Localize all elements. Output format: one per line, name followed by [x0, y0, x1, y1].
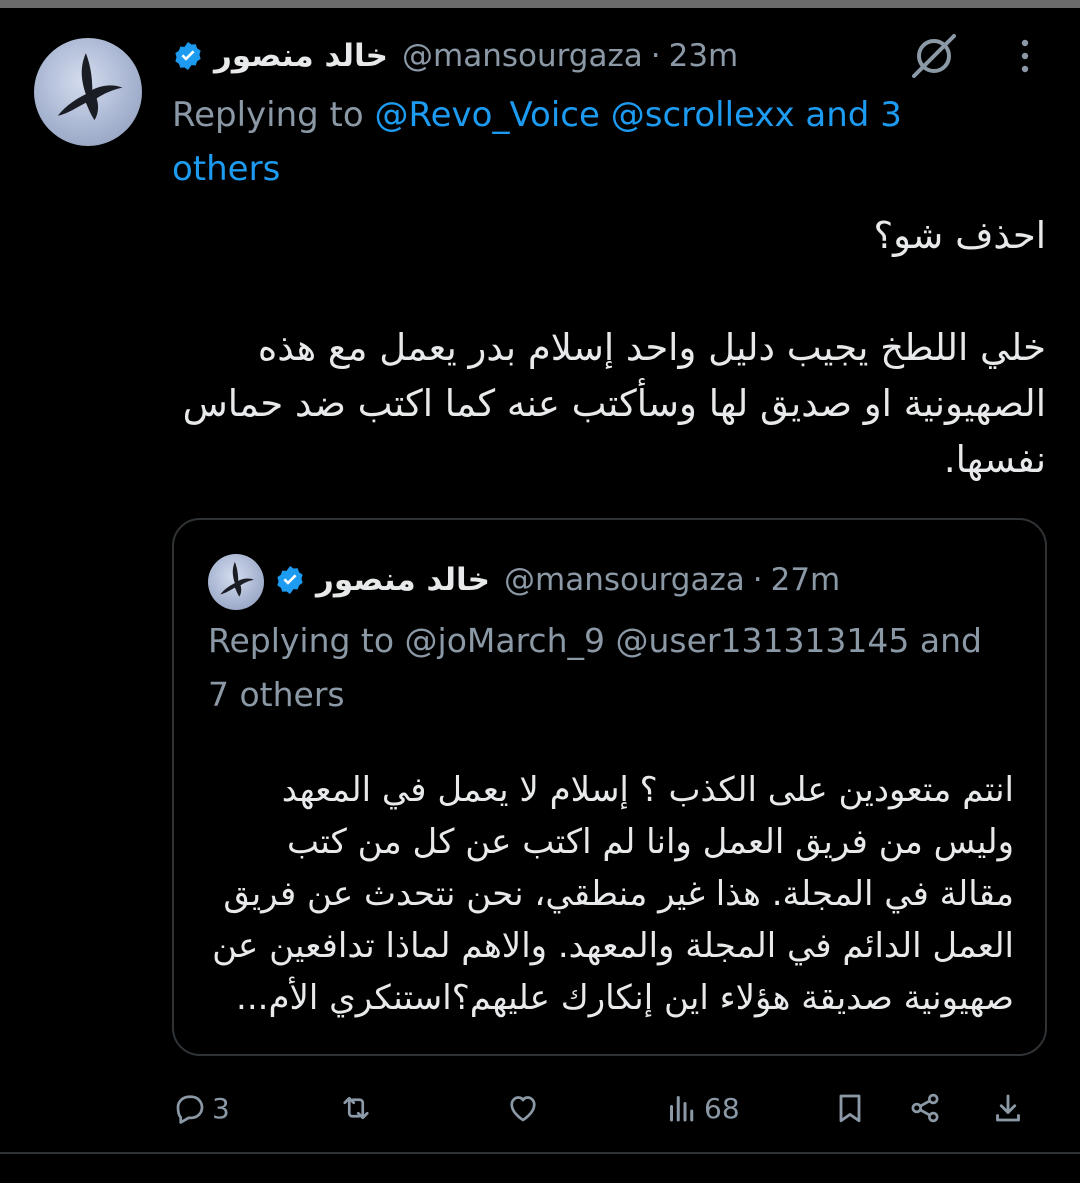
retweet-button[interactable]: [338, 1082, 378, 1134]
author-avatar[interactable]: [34, 38, 142, 146]
tweet-header: خالد منصور @mansourgaza · 23m: [172, 34, 738, 78]
quoted-author-handle: @mansourgaza: [504, 562, 745, 598]
bird-silhouette-icon: [57, 53, 123, 121]
share-button[interactable]: [907, 1082, 943, 1134]
action-bar: 3 68: [0, 1082, 1080, 1134]
like-icon: [510, 1096, 536, 1122]
quoted-replying-to-line: Replying to @joMarch_9 @user131313145 an…: [208, 621, 982, 714]
bookmark-icon: [839, 1094, 861, 1123]
quoted-author-avatar: [208, 554, 264, 610]
download-icon: [996, 1094, 1020, 1122]
views-button[interactable]: 68: [664, 1082, 740, 1134]
quoted-tweet-header: خالد منصور @mansourgaza · 27m: [274, 558, 840, 602]
views-icon: [670, 1096, 694, 1122]
reply-button[interactable]: 3: [172, 1082, 230, 1134]
retweet-icon: [343, 1096, 369, 1120]
reply-icon: [176, 1095, 204, 1124]
quoted-tweet-card[interactable]: خالد منصور @mansourgaza · 27m Replying t…: [172, 518, 1047, 1056]
reply-count: 3: [212, 1091, 230, 1125]
bookmark-button[interactable]: [832, 1082, 868, 1134]
separator-dot: ·: [752, 562, 763, 598]
author-display-name[interactable]: خالد منصور: [214, 38, 388, 74]
quoted-tweet-body: انتم متعودين على الكذب ؟ إسلام لا يعمل ف…: [201, 770, 1014, 1018]
verified-badge-icon: [277, 566, 303, 594]
replying-to-line: Replying to @Revo_Voice @scrollexx and 3…: [172, 88, 992, 196]
bird-silhouette-icon: [220, 561, 254, 597]
verified-badge-icon: [175, 42, 201, 70]
views-count: 68: [704, 1091, 740, 1125]
grok-icon[interactable]: [908, 30, 960, 82]
replying-prefix: Replying to: [172, 95, 364, 135]
share-icon: [911, 1093, 939, 1123]
more-vertical-icon[interactable]: [1010, 36, 1040, 76]
tweet-timestamp[interactable]: 23m: [669, 38, 739, 74]
download-button[interactable]: [990, 1082, 1026, 1134]
quoted-author-display-name: خالد منصور: [316, 562, 490, 598]
quoted-tweet-timestamp: 27m: [770, 562, 841, 598]
bottom-divider: [0, 1152, 1080, 1154]
author-handle[interactable]: @mansourgaza: [402, 38, 643, 74]
tweet-body: احذف شو؟ خلي اللطخ يجيب دليل واحد إسلام …: [182, 214, 1046, 481]
top-divider: [0, 0, 1080, 8]
like-button[interactable]: [505, 1082, 545, 1134]
separator-dot: ·: [650, 38, 661, 74]
